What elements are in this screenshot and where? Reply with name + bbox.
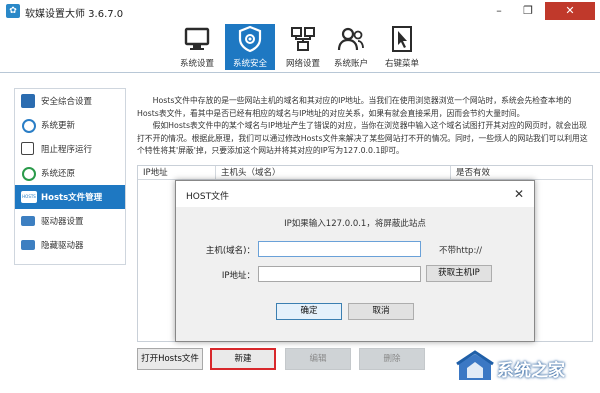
sidebar-item-label: 系统还原	[41, 169, 76, 179]
new-entry-button[interactable]: 新建	[210, 348, 276, 370]
ok-button[interactable]: 确定	[276, 303, 342, 320]
tab-network-settings[interactable]: 网络设置	[278, 24, 328, 70]
cancel-button[interactable]: 取消	[348, 303, 414, 320]
sidebar-item-label: 安全综合设置	[41, 97, 93, 107]
column-header-host[interactable]: 主机头（域名）	[216, 166, 451, 180]
host-input[interactable]	[258, 241, 421, 257]
tab-label: 右键菜单	[384, 59, 419, 69]
column-header-valid[interactable]: 是否有效	[451, 166, 592, 180]
fetch-host-ip-button[interactable]: 获取主机IP	[426, 265, 492, 282]
host-note: 不带http://	[439, 246, 483, 256]
cursor-icon	[392, 26, 412, 52]
sidebar-item-system-restore[interactable]: 系统还原	[15, 161, 125, 185]
open-hosts-file-button[interactable]: 打开Hosts文件	[137, 348, 203, 370]
sidebar-item-security-settings[interactable]: 安全综合设置	[15, 89, 125, 113]
hidden-drive-icon	[21, 240, 35, 250]
sidebar-item-hosts-manager[interactable]: HOSTS Hosts文件管理	[15, 185, 125, 209]
tab-label: 系统设置	[179, 59, 214, 69]
ip-input[interactable]	[258, 266, 421, 282]
tab-system-accounts[interactable]: 系统账户	[326, 24, 376, 70]
tab-label: 系统账户	[333, 59, 368, 69]
host-dialog: HOST文件 ✕ IP如果输入127.0.0.1，将屏蔽此站点 主机(域名)： …	[175, 180, 535, 342]
drive-icon	[21, 216, 35, 226]
sidebar-item-label: Hosts文件管理	[41, 193, 103, 203]
tab-context-menu[interactable]: 右键菜单	[377, 24, 427, 70]
maximize-button[interactable]: ❐	[515, 2, 541, 20]
shield-icon	[238, 25, 262, 53]
delete-entry-button[interactable]: 删除	[359, 348, 425, 370]
network-icon	[291, 27, 315, 51]
watermark-logo-icon	[456, 350, 494, 380]
hosts-description: Hosts文件中存放的是一些网站主机的域名和其对应的IP地址。当我们在使用浏览器…	[137, 95, 591, 158]
watermark: 系统之家	[455, 350, 595, 386]
tab-label: 网络设置	[285, 59, 320, 69]
sidebar-item-drive-settings[interactable]: 驱动器设置	[15, 209, 125, 233]
edit-entry-button[interactable]: 编辑	[285, 348, 351, 370]
minimize-button[interactable]: –	[486, 2, 512, 20]
close-button[interactable]: ✕	[545, 2, 595, 20]
app-logo-icon: ✿	[6, 4, 20, 18]
sidebar-item-system-update[interactable]: 系统更新	[15, 113, 125, 137]
sidebar-item-label: 驱动器设置	[41, 217, 84, 227]
refresh-icon	[22, 119, 36, 133]
sidebar-item-label: 系统更新	[41, 121, 76, 131]
watermark-text: 系统之家	[497, 361, 565, 381]
sidebar-item-block-programs[interactable]: 阻止程序运行	[15, 137, 125, 161]
hosts-icon: HOSTS	[21, 191, 37, 203]
sidebar-item-label: 阻止程序运行	[41, 145, 93, 155]
block-icon	[21, 142, 34, 155]
dialog-close-icon[interactable]: ✕	[504, 181, 534, 207]
users-icon	[337, 27, 364, 51]
tab-system-settings[interactable]: 系统设置	[172, 24, 222, 70]
sidebar-item-label: 隐藏驱动器	[41, 241, 84, 251]
dialog-title-bar: HOST文件 ✕	[176, 181, 534, 207]
tab-label: 系统安全	[232, 59, 267, 69]
shield-icon	[21, 94, 35, 108]
description-paragraph: Hosts文件中存放的是一些网站主机的域名和其对应的IP地址。当我们在使用浏览器…	[137, 96, 572, 118]
ip-label: IP地址：	[221, 271, 255, 281]
sidebar-item-hide-drives[interactable]: 隐藏驱动器	[15, 233, 125, 257]
window-title: 软媒设置大师 3.6.7.0	[25, 9, 124, 20]
title-bar: ✿ 软媒设置大师 3.6.7.0 – ❐ ✕	[0, 0, 600, 22]
description-paragraph: 假如Hosts表文件中的某个域名与IP地址产生了错误的对应，当你在浏览器中输入这…	[137, 121, 588, 155]
host-label: 主机(域名)：	[205, 246, 255, 256]
sidebar: 安全综合设置 系统更新 阻止程序运行 系统还原 HOSTS Hosts文件管理 …	[14, 88, 126, 265]
tab-system-security[interactable]: 系统安全	[225, 24, 275, 70]
restore-icon	[22, 167, 36, 181]
main-toolbar: 系统设置 系统安全 网络设置 系统账户 右键菜单	[0, 22, 600, 73]
column-header-ip[interactable]: IP地址	[138, 166, 216, 180]
dialog-title: HOST文件	[186, 192, 230, 202]
computer-icon	[184, 27, 210, 50]
dialog-hint: IP如果输入127.0.0.1，将屏蔽此站点	[284, 219, 426, 229]
